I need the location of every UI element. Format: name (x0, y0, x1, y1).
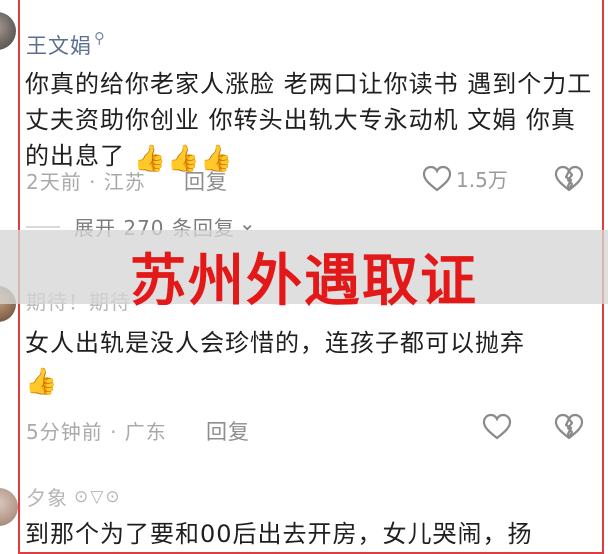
user-badges: ⊙▽⊙ (74, 486, 122, 507)
comment-text: 你真的给你老家人涨脸 老两口让你读书 遇到个力工丈夫资助你创业 你转头出轨大专永… (25, 66, 595, 178)
dislike-button[interactable] (554, 413, 584, 441)
comment-text: 女人出轨是没人会珍惜的，连孩子都可以抛弃 👍 (25, 325, 595, 397)
comment-user-row: 王文娟 ⚲ (26, 29, 105, 60)
comment-body: 你真的给你老家人涨脸 老两口让你读书 遇到个力工丈夫资助你创业 你转头出轨大专永… (25, 70, 593, 170)
comment-user-row: 夕象 ⊙▽⊙ (26, 482, 122, 511)
time-location: 5分钟前 · 广东 (26, 420, 167, 444)
broken-heart-icon (554, 165, 584, 193)
comment-text: 到那个为了要和00后出去开房，女儿哭闹，扬 (25, 516, 595, 552)
dislike-button[interactable] (554, 165, 584, 193)
thumbs-up-emoji: 👍 (25, 367, 59, 397)
like-button[interactable] (482, 413, 512, 441)
reply-button[interactable]: 回复 (206, 416, 250, 446)
reply-button[interactable]: 回复 (184, 166, 228, 196)
avatar[interactable] (0, 488, 18, 526)
like-button[interactable]: 1.5万 (422, 164, 508, 193)
heart-outline-icon (482, 413, 512, 441)
heart-outline-icon (422, 165, 452, 193)
banner-title: 苏州外遇取证 (130, 249, 478, 314)
username[interactable]: 王文娟 (26, 30, 92, 60)
username[interactable]: 夕象 (26, 482, 68, 511)
time-location: 2天前 · 江苏 (26, 170, 146, 194)
comment-body: 女人出轨是没人会珍惜的，连孩子都可以抛弃 (25, 329, 525, 357)
avatar[interactable] (0, 12, 16, 50)
like-count: 1.5万 (456, 168, 508, 192)
divider (26, 225, 60, 228)
search-mark-icon[interactable]: ⚲ (94, 29, 105, 47)
comment-body: 到那个为了要和00后出去开房，女儿哭闹，扬 (25, 520, 533, 548)
broken-heart-icon (554, 413, 584, 441)
